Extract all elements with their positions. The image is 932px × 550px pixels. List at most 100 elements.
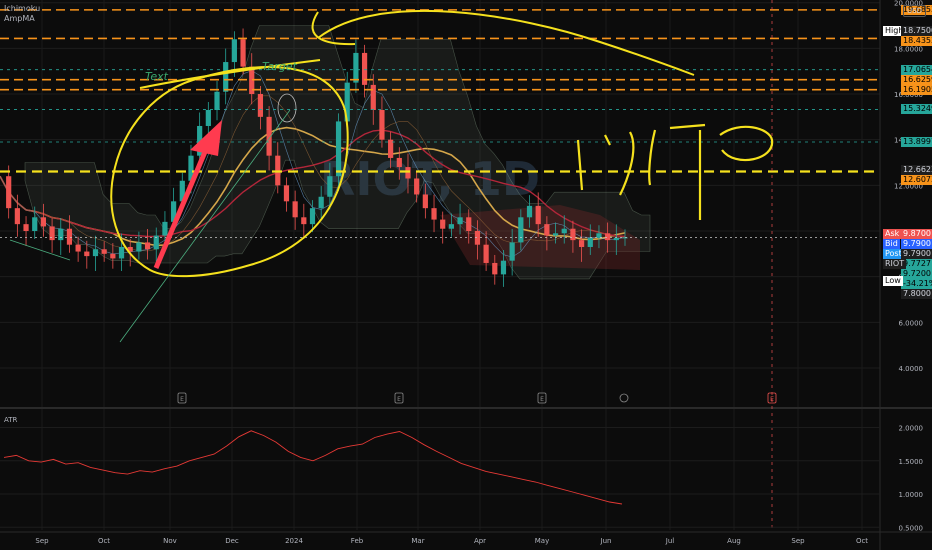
earnings-marker-label: E [397,396,401,403]
time-tick-label: Jun [600,537,612,545]
price-level-label: 7.8000 [901,288,932,299]
price-level-label: 12.6073 [901,175,932,186]
price-level-label: -34.21% [901,278,932,289]
candle-body [66,228,73,245]
candle-body [492,262,498,275]
chart-svg[interactable]: 22.000020.000018.000016.000014.000012.00… [0,0,932,550]
candle-body [32,217,38,231]
candle-body [58,228,64,241]
atr-tick-label: 2.0000 [899,425,924,433]
candle-body [144,242,151,250]
time-tick-label: Nov [163,537,177,545]
candle-body [353,52,359,83]
candle-body [431,208,437,220]
candle-body [231,39,237,63]
candle-body [327,176,333,197]
candle-body [23,224,29,231]
candle-body [396,157,402,168]
candle-body [457,217,463,225]
time-tick-label: Dec [225,537,239,545]
price-level-label: 13.8997 [901,136,932,147]
price-tick-label: 6.0000 [899,319,924,327]
price-level-label: 9.7900 [901,238,932,249]
candle-body [483,244,489,263]
candle-body [500,260,507,275]
indicator-ampma[interactable]: AmpMA [4,14,35,23]
atr-tick-label: 0.5000 [899,524,924,532]
time-tick-label: Feb [351,537,364,545]
candle-body [318,196,324,209]
candle-body [613,237,619,241]
candle-body [309,208,316,225]
candle-body [370,84,376,111]
candle-body [379,110,385,140]
background [0,0,932,550]
candle-body [223,62,229,92]
candle-body [283,185,290,202]
price-tag-riot: RIOT [883,258,907,269]
earnings-marker-label: E [180,396,184,403]
candle-body [101,249,107,254]
candle-body [240,39,246,67]
atr-tick-label: 1.5000 [899,458,924,466]
price-tick-label: 18.0000 [894,45,923,53]
price-level-label: 17.0654 [901,64,932,75]
candle-body [544,224,550,236]
candle-body [526,205,533,218]
candle-body [509,242,515,261]
time-tick-label: Sep [791,537,805,545]
price-tag-ask: Ask [883,228,902,239]
candle-body [84,251,90,257]
time-tick-label: Mar [411,537,424,545]
candle-body [552,233,559,236]
price-tag-bid: Bid [883,238,900,249]
price-level-label: 12.6623 [901,165,932,176]
price-level-label: 18.4353 [901,36,932,47]
candle-body [535,205,541,225]
candle-body [605,233,611,241]
indicator-ichimoku[interactable]: Ichimoku [4,4,40,13]
candle-body [118,246,125,259]
candle-body [388,139,394,158]
price-level-label: 9.7900 [901,248,932,259]
price-tick-label: 4.0000 [899,365,924,373]
annotation-target-label: Target [262,60,298,73]
candle-body [49,226,55,241]
time-tick-label: Aug [727,537,741,545]
time-tick-label: Sep [35,537,49,545]
chart-root[interactable]: 22.000020.000018.000016.000014.000012.00… [0,0,932,550]
candle-body [448,224,454,229]
price-level-label: 9.7200 [901,268,932,279]
candle-body [75,244,81,252]
candle-body [214,91,220,111]
candle-body [561,228,567,234]
candle-body [40,217,47,227]
atr-title: ATR [4,416,18,424]
candle-body [466,217,472,231]
candle-body [136,242,142,252]
price-level-label: 16.6259 [901,74,932,85]
candle-body [205,110,211,126]
price-level-label: 15.3249 [901,104,932,115]
time-tick-label: May [535,537,549,545]
candle-body [14,208,20,225]
time-tick-label: Apr [474,537,486,545]
price-level-label: 16.1905 [901,84,932,95]
time-tick-label: Oct [98,537,110,545]
candle-body [587,237,593,247]
candle-body [422,194,428,209]
annotation-text-label: Text [145,70,169,83]
candle-body [578,240,585,247]
price-tag-low: Low [883,276,903,287]
atr-tick-label: 1.0000 [899,491,924,499]
candle-body [474,231,481,245]
candle-body [414,178,420,195]
candle-body [162,221,168,236]
candle-body [292,201,298,218]
currency-button[interactable]: USD [903,5,926,17]
candle-body [301,217,307,225]
earnings-marker-label: E [540,396,544,403]
candle-body [440,219,446,229]
price-level-label: 18.7500 [901,26,932,37]
time-tick-label: Jul [665,537,675,545]
